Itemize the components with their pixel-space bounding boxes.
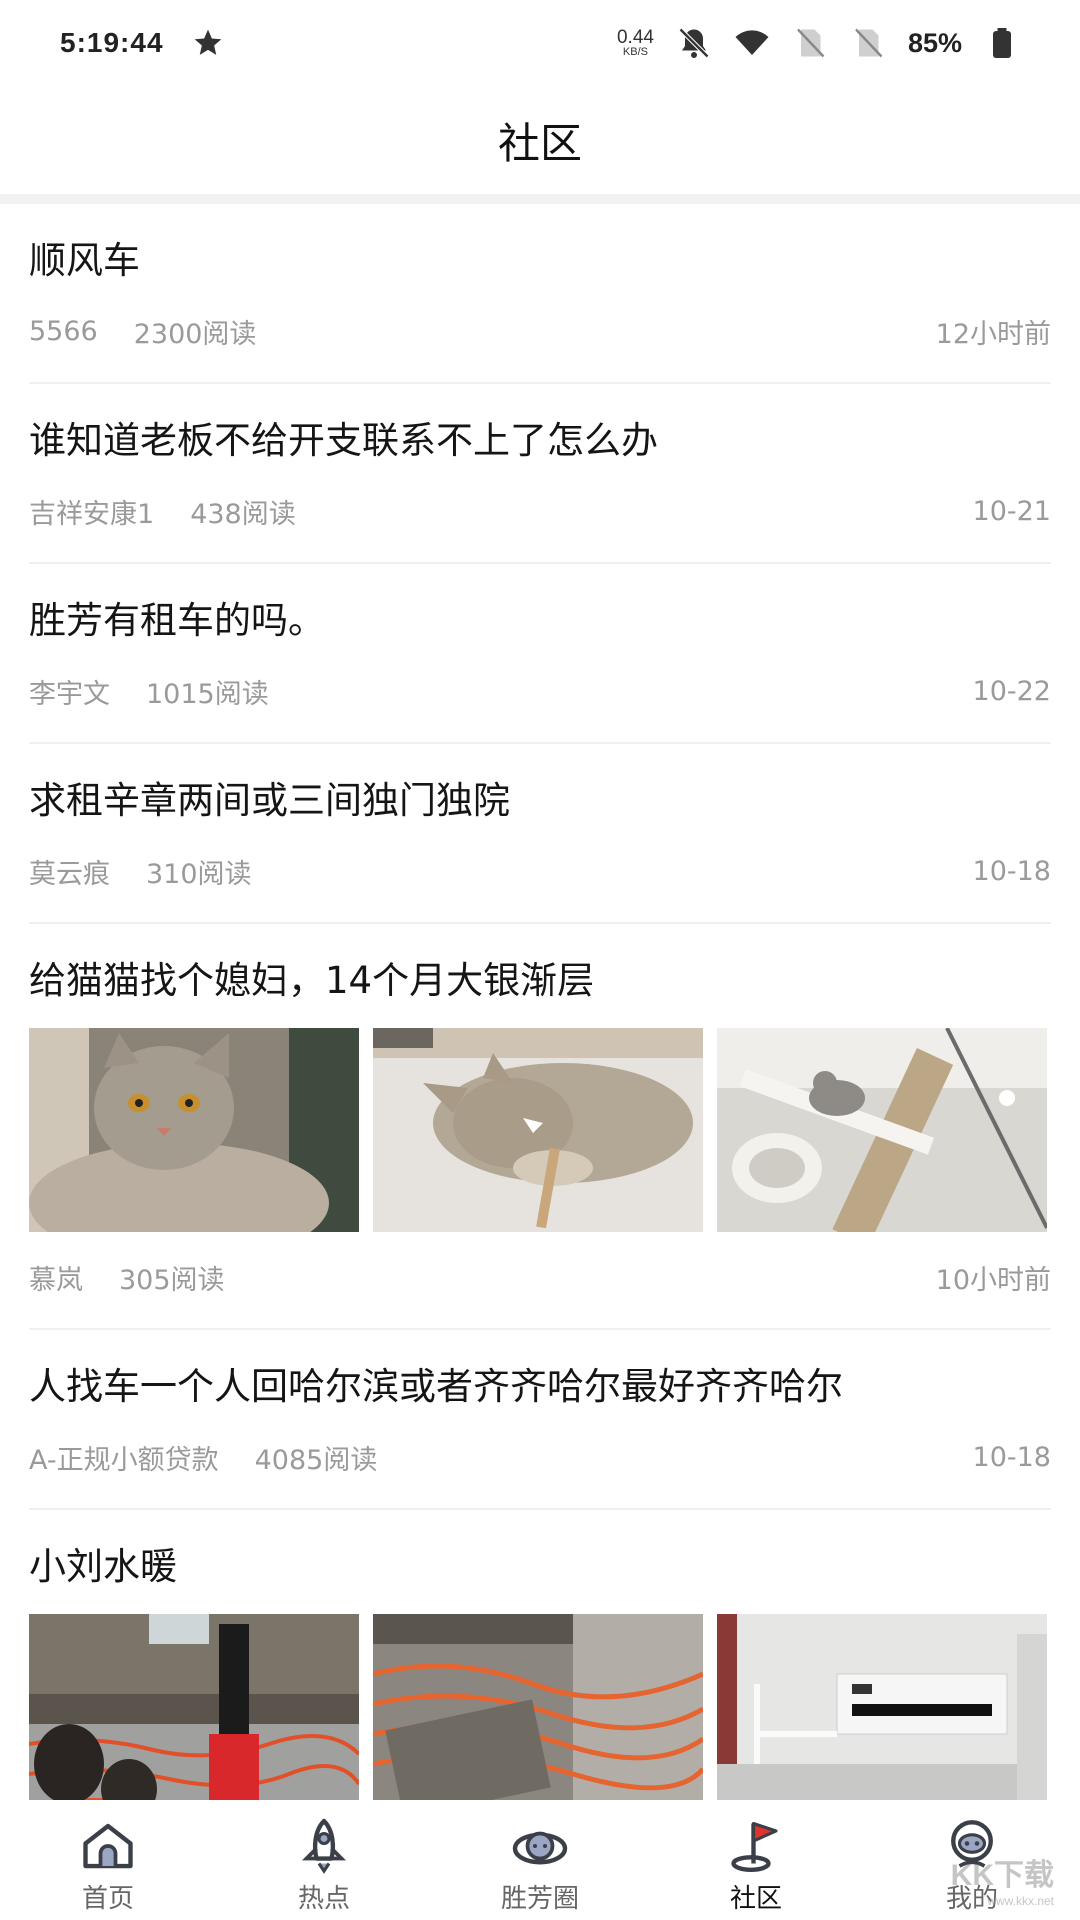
post-reads: 305阅读	[119, 1264, 225, 1296]
star-icon	[194, 29, 221, 55]
post-meta: 莫云痕 310阅读 10-18	[29, 846, 1051, 896]
post-reads: 310阅读	[146, 858, 252, 890]
bottom-navigation: 首页 热点 胜芳圈 社区 我的	[0, 1800, 1080, 1920]
app-header: 社区	[0, 86, 1080, 194]
post-title: 给猫猫找个媳妇，14个月大银渐层	[29, 959, 595, 1002]
post-title: 小刘水暖	[29, 1545, 177, 1588]
cat-photo[interactable]	[717, 1028, 1047, 1232]
post-meta: 吉祥安康1 438阅读 10-21	[29, 486, 1051, 536]
post-images	[29, 1614, 1051, 1800]
post-meta: 慕岚 305阅读 10小时前	[29, 1252, 1051, 1302]
no-sim-icon	[855, 28, 883, 58]
home-icon	[83, 1823, 133, 1869]
post-item[interactable]: 求租辛章两间或三间独门独院 莫云痕 310阅读 10-18	[29, 744, 1051, 924]
heating-install-photo[interactable]	[373, 1614, 703, 1800]
post-reads: 2300阅读	[133, 318, 257, 350]
post-author: 莫云痕	[29, 858, 110, 890]
post-item[interactable]: 胜芳有租车的吗。 李宇文 1015阅读 10-22	[29, 564, 1051, 744]
nav-circle[interactable]: 胜芳圈	[432, 1800, 648, 1920]
radiator-photo[interactable]	[717, 1614, 1047, 1800]
nav-label: 首页	[81, 1884, 134, 1914]
post-title: 胜芳有租车的吗。	[29, 599, 325, 642]
post-author: 李宇文	[29, 678, 110, 710]
post-time: 10-18	[972, 855, 1051, 887]
status-time: 5:19:44	[60, 27, 164, 58]
post-title: 谁知道老板不给开支联系不上了怎么办	[29, 419, 658, 462]
nav-community[interactable]: 社区	[648, 1800, 864, 1920]
post-meta: 李宇文 1015阅读 10-22	[29, 666, 1051, 716]
post-item[interactable]: 给猫猫找个媳妇，14个月大银渐层 慕岚 305阅读 10小时前	[29, 924, 1051, 1330]
post-time: 10小时前	[935, 1264, 1051, 1296]
header-divider	[0, 194, 1080, 204]
post-item[interactable]: 顺风车 5566 2300阅读 12小时前	[29, 204, 1051, 384]
post-title: 顺风车	[29, 239, 140, 282]
post-meta: A-正规小额贷款 4085阅读 10-18	[29, 1432, 1051, 1482]
nav-label: 社区	[729, 1884, 782, 1914]
rocket-icon	[301, 1818, 347, 1874]
post-feed[interactable]: 顺风车 5566 2300阅读 12小时前 谁知道老板不给开支联系不上了怎么办 …	[0, 204, 1080, 1800]
post-author: 吉祥安康1	[29, 498, 155, 530]
cat-photo[interactable]	[373, 1028, 703, 1232]
post-time: 10-18	[972, 1441, 1051, 1473]
network-speed: 0.44 KB/S	[616, 27, 654, 58]
bell-off-icon	[678, 27, 710, 59]
page-title: 社区	[497, 118, 582, 168]
post-item[interactable]: 谁知道老板不给开支联系不上了怎么办 吉祥安康1 438阅读 10-21	[29, 384, 1051, 564]
nav-label: 热点	[297, 1884, 350, 1914]
post-meta: 5566 2300阅读 12小时前	[29, 306, 1051, 356]
post-time: 10-21	[972, 495, 1051, 527]
no-sim-icon	[797, 28, 825, 58]
post-item[interactable]: 小刘水暖	[29, 1510, 1051, 1800]
nav-home[interactable]: 首页	[0, 1800, 216, 1920]
nav-label: 胜芳圈	[500, 1884, 579, 1914]
battery-icon	[993, 28, 1011, 58]
watermark: KK下载 www.kkx.net	[950, 1859, 1054, 1908]
post-reads: 4085阅读	[254, 1444, 378, 1476]
post-title: 人找车一个人回哈尔滨或者齐齐哈尔最好齐齐哈尔	[29, 1365, 843, 1408]
heating-install-photo[interactable]	[29, 1614, 359, 1800]
planet-icon	[512, 1831, 568, 1865]
community-flag-icon	[731, 1821, 778, 1872]
post-images	[29, 1028, 1051, 1232]
wifi-icon	[735, 30, 769, 55]
post-reads: 1015阅读	[146, 678, 269, 710]
post-author: A-正规小额贷款	[29, 1444, 219, 1476]
post-author: 慕岚	[29, 1264, 83, 1296]
post-time: 12小时前	[935, 318, 1051, 350]
battery-level: 85%	[907, 27, 962, 58]
post-reads: 438阅读	[190, 498, 296, 530]
post-item[interactable]: 人找车一个人回哈尔滨或者齐齐哈尔最好齐齐哈尔 A-正规小额贷款 4085阅读 1…	[29, 1330, 1051, 1510]
cat-photo[interactable]	[29, 1028, 359, 1232]
post-time: 10-22	[972, 675, 1051, 707]
status-bar: 5:19:44 0.44 KB/S 85%	[0, 0, 1080, 86]
post-author: 5566	[29, 315, 98, 347]
post-title: 求租辛章两间或三间独门独院	[29, 779, 510, 822]
nav-hot[interactable]: 热点	[216, 1800, 432, 1920]
